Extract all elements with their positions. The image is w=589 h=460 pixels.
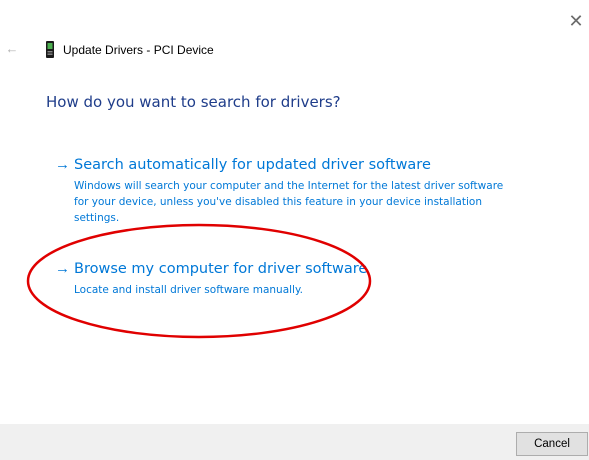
close-icon: ✕ (568, 11, 584, 31)
arrow-right-icon: → (55, 260, 70, 277)
back-button[interactable]: ← (4, 41, 20, 57)
back-arrow-icon: ← (5, 41, 19, 56)
device-icon (46, 41, 54, 58)
arrow-right-icon: → (55, 156, 70, 173)
close-button[interactable]: ✕ (566, 10, 586, 32)
option-description: Locate and install driver software manua… (74, 284, 304, 296)
search-automatically-option[interactable]: → Search automatically for updated drive… (55, 156, 505, 224)
footer-bar (0, 424, 589, 460)
option-description: Windows will search your computer and th… (74, 180, 504, 224)
option-title: Search automatically for updated driver … (74, 157, 431, 173)
browse-my-computer-option[interactable]: → Browse my computer for driver software… (55, 260, 505, 300)
window-title: Update Drivers - PCI Device (63, 43, 214, 57)
cancel-button[interactable]: Cancel (516, 432, 588, 456)
page-heading: How do you want to search for drivers? (46, 93, 341, 111)
option-title: Browse my computer for driver software (74, 261, 368, 277)
